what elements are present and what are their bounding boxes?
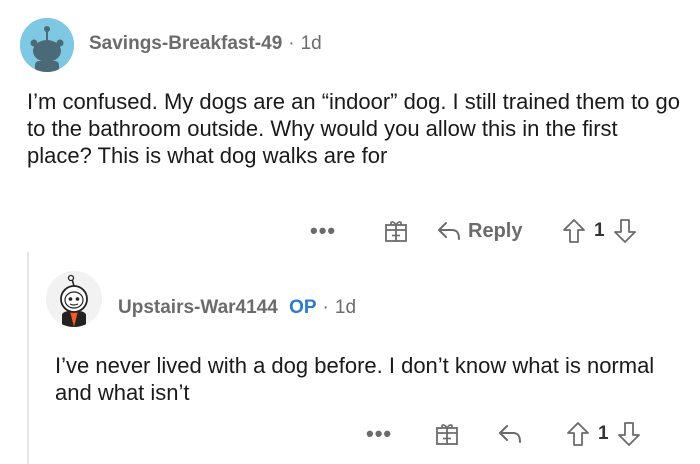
comment-body: I’m confused. My dogs are an “indoor” do… (27, 88, 687, 169)
reply-arrow-icon (499, 425, 521, 443)
astronaut-snoo-avatar-icon (46, 271, 102, 327)
more-options-button[interactable]: ••• (366, 419, 392, 449)
op-badge: OP (289, 297, 317, 318)
username[interactable]: Savings-Breakfast-49 (89, 33, 282, 54)
award-button[interactable] (434, 419, 460, 449)
vote-controls: 1 (562, 216, 637, 246)
comment-meta: Savings-Breakfast-49 · 1d (89, 33, 322, 55)
reply-button[interactable] (497, 419, 523, 449)
reply-arrow-icon (438, 222, 460, 240)
more-options-button[interactable]: ••• (310, 216, 336, 246)
gift-icon (436, 424, 458, 445)
downvote-arrow-icon (613, 219, 636, 243)
award-button[interactable] (383, 216, 409, 246)
downvote-button[interactable] (617, 421, 641, 447)
avatar[interactable] (46, 271, 102, 327)
reply-meta: Upstairs-War4144 OP · 1d (118, 297, 356, 319)
comment-action-bar: ••• Reply 1 (0, 216, 700, 246)
avatar[interactable] (20, 18, 74, 72)
username[interactable]: Upstairs-War4144 (118, 297, 278, 318)
downvote-button[interactable] (613, 218, 637, 244)
vote-count: 1 (598, 423, 609, 444)
upvote-button[interactable] (566, 421, 590, 447)
vote-controls: 1 (566, 419, 641, 449)
upvote-arrow-icon (563, 219, 585, 243)
reply-body: I’ve never lived with a dog before. I do… (55, 352, 685, 406)
meta-separator: · (322, 297, 329, 318)
reply-action-bar: ••• 1 (0, 419, 700, 449)
more-dots-icon: ••• (366, 421, 393, 446)
comment-text: I’m confused. My dogs are an “indoor” do… (27, 89, 680, 168)
reply-label: Reply (468, 219, 523, 242)
timestamp[interactable]: 1d (335, 297, 356, 318)
gift-icon (385, 221, 407, 242)
meta-separator: · (288, 33, 295, 54)
reply-text: I’ve never lived with a dog before. I do… (55, 353, 655, 405)
downvote-arrow-icon (617, 422, 640, 446)
reply-button[interactable]: Reply (436, 216, 522, 246)
snoo-avatar-icon (20, 18, 74, 72)
upvote-arrow-icon (567, 422, 589, 446)
more-dots-icon: ••• (310, 218, 337, 243)
vote-count: 1 (594, 220, 605, 241)
timestamp[interactable]: 1d (301, 33, 322, 54)
upvote-button[interactable] (562, 218, 586, 244)
